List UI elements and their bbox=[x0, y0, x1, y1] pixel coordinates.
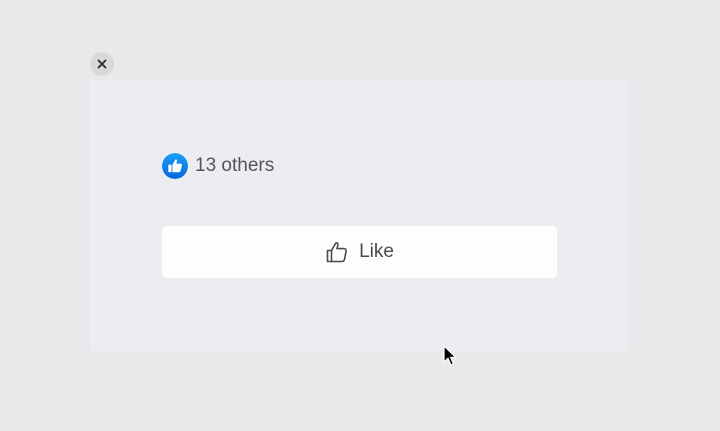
thumbs-up-outline-icon bbox=[326, 242, 348, 263]
reactions-summary[interactable]: 13 others bbox=[162, 153, 274, 179]
like-panel: 13 others Like bbox=[90, 80, 629, 351]
thumbs-up-icon bbox=[162, 153, 188, 179]
close-button[interactable] bbox=[90, 52, 114, 76]
screen: 13 others Like bbox=[0, 0, 720, 431]
like-button[interactable]: Like bbox=[162, 226, 557, 278]
mouse-cursor-icon bbox=[443, 345, 457, 366]
like-button-label: Like bbox=[359, 241, 394, 262]
reaction-count: 13 others bbox=[195, 155, 275, 176]
close-icon bbox=[97, 59, 107, 69]
